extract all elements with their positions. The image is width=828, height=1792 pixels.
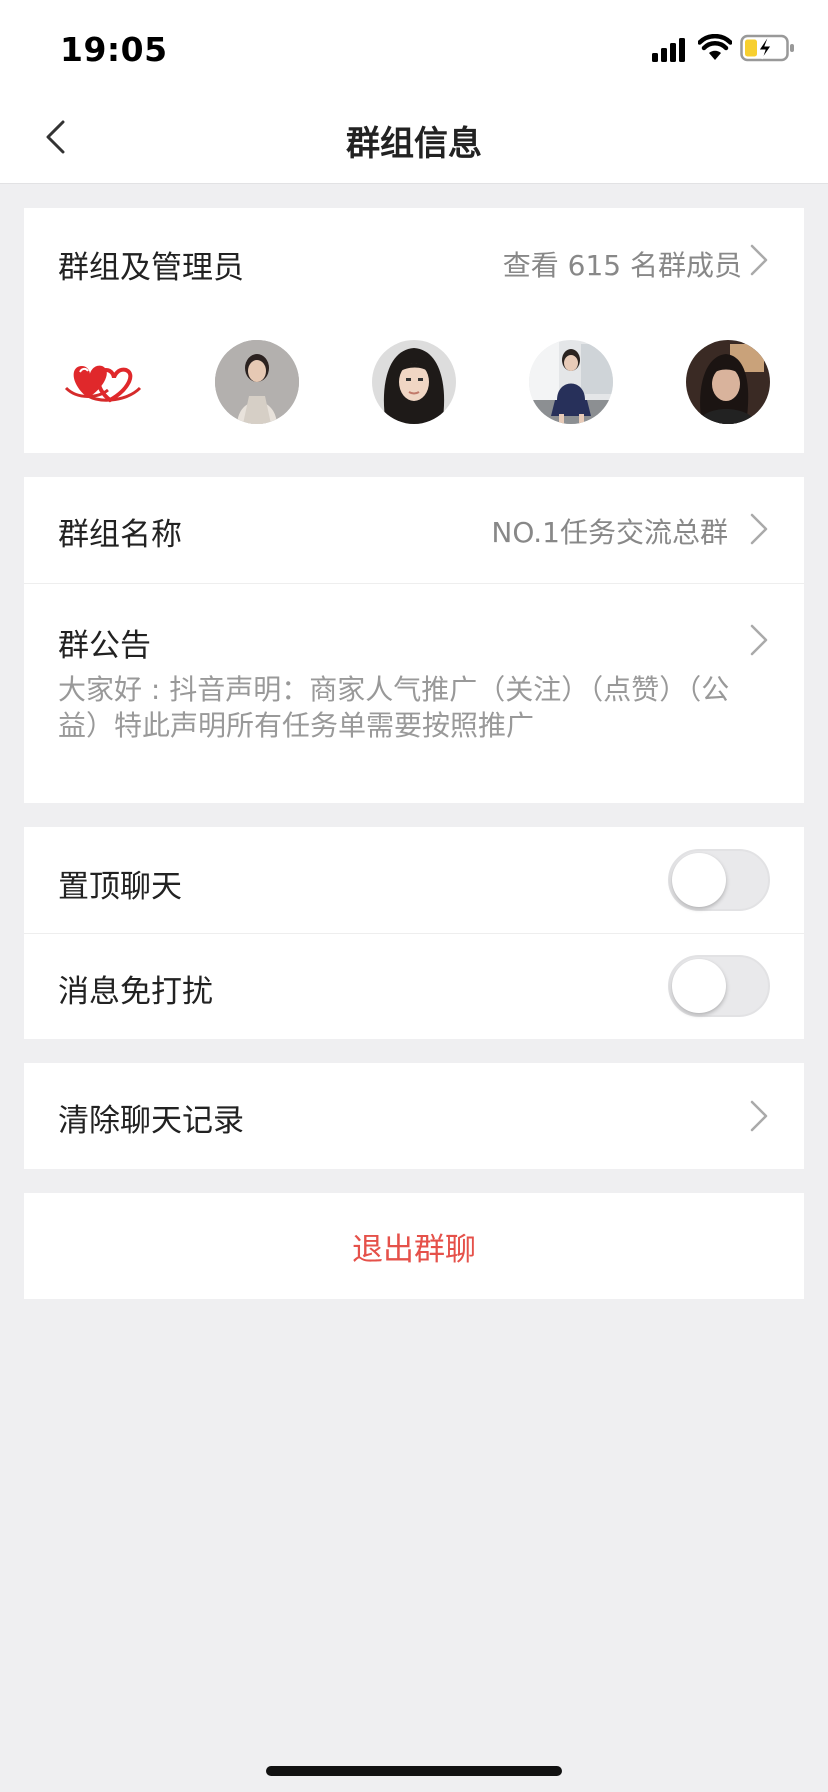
clear-history-label: 清除聊天记录 xyxy=(58,1103,244,1139)
home-indicator[interactable] xyxy=(266,1766,562,1776)
member-avatars xyxy=(58,340,778,426)
nav-bar: 群组信息 xyxy=(0,92,828,184)
pin-chat-row: 置顶聊天 xyxy=(24,827,804,933)
page-title: 群组信息 xyxy=(346,124,482,164)
group-notice-row[interactable]: 群公告 大家好 : 抖音声明：商家人气推广（关注）（点赞）（公益）特此声明所有任… xyxy=(24,584,804,803)
exit-group-label: 退出群聊 xyxy=(352,1232,476,1268)
members-card: 群组及管理员 查看 615 名群成员 xyxy=(24,208,804,453)
view-members-link[interactable]: 查看 615 名群成员 xyxy=(503,244,742,284)
group-info-card: 群组名称 NO.1任务交流总群 群公告 大家好 : 抖音声明：商家人气推广（关注… xyxy=(24,477,804,803)
status-time: 19:05 xyxy=(60,30,168,69)
members-row[interactable]: 群组及管理员 查看 615 名群成员 xyxy=(24,208,804,312)
exit-group-button[interactable]: 退出群聊 xyxy=(24,1193,804,1299)
pin-chat-toggle[interactable] xyxy=(668,849,770,911)
member-avatar-2[interactable] xyxy=(215,340,299,424)
clear-history-card: 清除聊天记录 xyxy=(24,1063,804,1169)
toggle-knob xyxy=(672,853,726,907)
chevron-right-icon xyxy=(750,1100,768,1132)
battery-charging-icon xyxy=(740,34,794,62)
chevron-right-icon xyxy=(750,624,768,656)
pin-chat-label: 置顶聊天 xyxy=(58,869,182,905)
members-label: 群组及管理员 xyxy=(58,250,244,286)
wifi-icon xyxy=(698,34,732,60)
signal-icon xyxy=(652,38,685,62)
mute-label: 消息免打扰 xyxy=(58,974,213,1010)
clear-history-row[interactable]: 清除聊天记录 xyxy=(24,1063,804,1169)
group-notice-text: 大家好 : 抖音声明：商家人气推广（关注）（点赞）（公益）特此声明所有任务单需要… xyxy=(58,673,730,742)
member-avatar-4[interactable] xyxy=(529,340,613,424)
group-name-row[interactable]: 群组名称 NO.1任务交流总群 xyxy=(24,477,804,583)
member-avatar-5[interactable] xyxy=(686,340,770,424)
mute-row: 消息免打扰 xyxy=(24,934,804,1039)
group-name-label: 群组名称 xyxy=(58,517,182,553)
chevron-right-icon xyxy=(750,244,768,276)
member-avatar-3[interactable] xyxy=(372,340,456,424)
status-bar: 19:05 xyxy=(0,0,828,92)
toggle-knob xyxy=(672,959,726,1013)
mute-toggle[interactable] xyxy=(668,955,770,1017)
settings-card: 置顶聊天 消息免打扰 xyxy=(24,827,804,1039)
chevron-right-icon xyxy=(750,513,768,545)
group-name-value: NO.1任务交流总群 xyxy=(491,516,728,549)
hearts-avatar[interactable] xyxy=(58,340,142,424)
group-notice-label: 群公告 xyxy=(58,628,151,664)
